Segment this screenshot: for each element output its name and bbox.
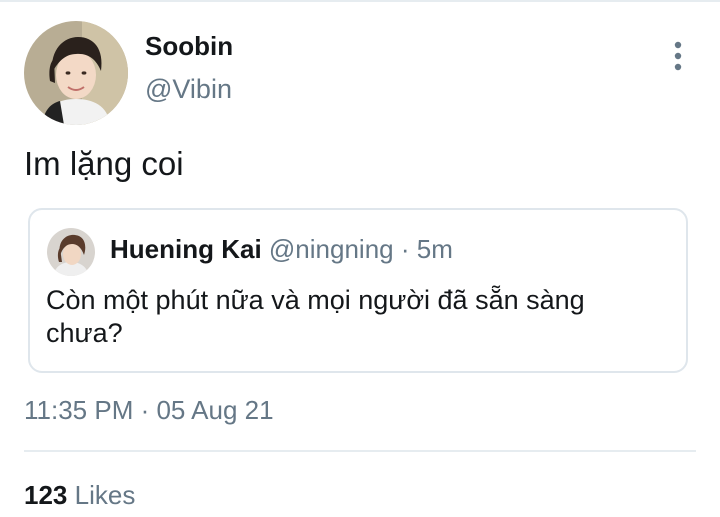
tweet-timestamp[interactable]: 11:35 PM · 05 Aug 21 bbox=[24, 395, 274, 426]
quoted-handle-text[interactable]: @ningning bbox=[269, 234, 394, 264]
more-options-button[interactable] bbox=[664, 38, 692, 74]
tweet-text: Im lặng coi bbox=[24, 145, 184, 182]
quoted-author-display-name[interactable]: Huening Kai bbox=[110, 234, 262, 264]
likes-label: Likes bbox=[74, 480, 136, 510]
quoted-tweet-text: Còn một phút nữa và mọi người đã sẵn sàn… bbox=[46, 285, 585, 348]
quoted-tweet-time: 5m bbox=[416, 234, 453, 264]
quoted-author-avatar[interactable] bbox=[47, 228, 95, 276]
quoted-author-handle: @ningning · 5m bbox=[269, 234, 453, 264]
likes-stat[interactable]: 123 Likes bbox=[24, 480, 135, 511]
more-vertical-icon bbox=[674, 41, 682, 71]
author-avatar[interactable] bbox=[24, 21, 128, 125]
author-handle[interactable]: @Vibin bbox=[145, 74, 232, 105]
meta-separator: · bbox=[393, 234, 417, 264]
quoted-tweet-header: Huening Kai @ningning · 5m bbox=[110, 234, 453, 265]
section-divider bbox=[24, 450, 696, 452]
user-avatar-photo bbox=[47, 228, 95, 276]
quoted-tweet-card[interactable]: Huening Kai @ningning · 5m Còn một phút … bbox=[28, 208, 688, 373]
user-avatar-photo bbox=[24, 21, 128, 125]
top-divider bbox=[0, 0, 720, 2]
likes-count: 123 bbox=[24, 480, 68, 510]
author-display-name[interactable]: Soobin bbox=[145, 31, 233, 62]
